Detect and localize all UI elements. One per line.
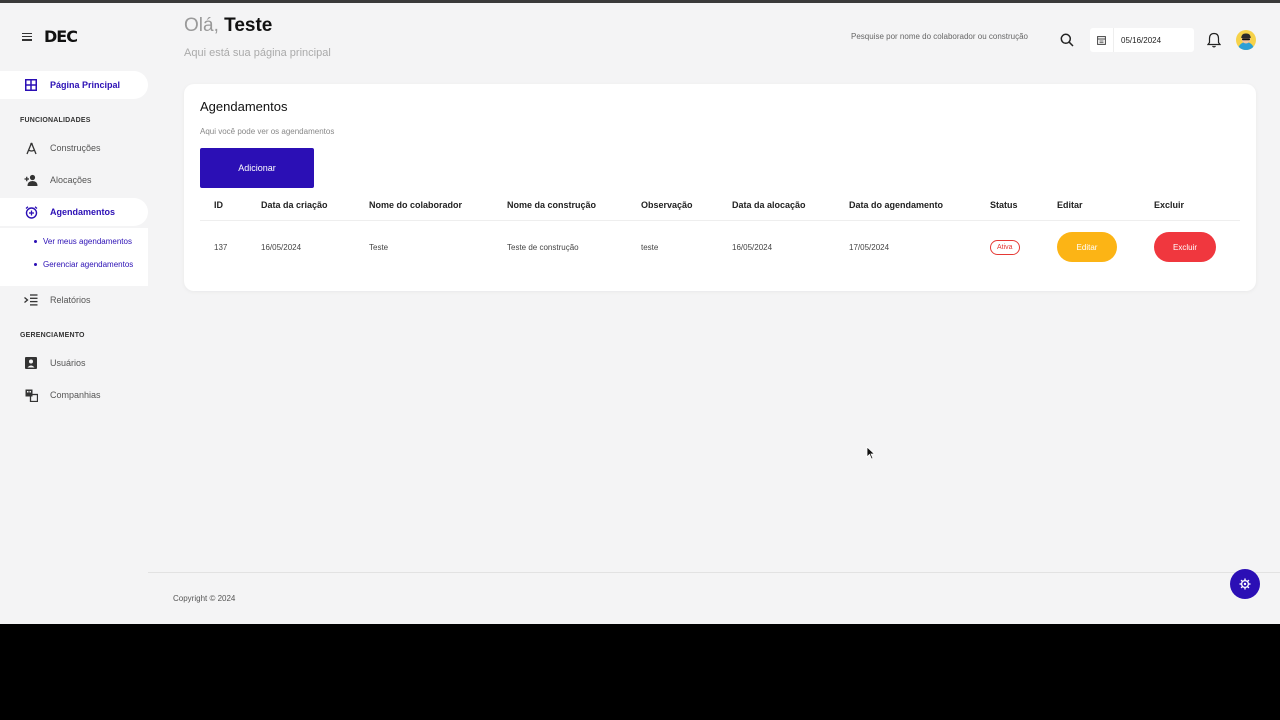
page-title: Olá, Teste bbox=[184, 15, 272, 37]
sidebar-item-constructions[interactable]: Construções bbox=[0, 134, 148, 162]
settings-button[interactable] bbox=[1230, 569, 1260, 599]
submenu-item-manage-schedules[interactable]: Gerenciar agendamentos bbox=[34, 260, 133, 269]
bullet-icon bbox=[34, 263, 37, 266]
column-header-allocation-date: Data da alocação bbox=[718, 190, 835, 221]
sidebar-item-home[interactable]: Página Principal bbox=[0, 71, 148, 99]
column-header-schedule-date: Data do agendamento bbox=[835, 190, 976, 221]
status-badge: Ativa bbox=[990, 239, 1020, 255]
schedules-submenu: Ver meus agendamentos Gerenciar agendame… bbox=[0, 228, 148, 286]
bell-icon bbox=[1206, 32, 1222, 48]
logo[interactable]: DEC bbox=[44, 27, 78, 46]
brand: DEC bbox=[22, 27, 78, 46]
date-picker[interactable] bbox=[1090, 28, 1194, 52]
cell-schedule-date: 17/05/2024 bbox=[849, 242, 890, 252]
column-header-note: Observação bbox=[627, 190, 718, 221]
date-field[interactable] bbox=[1114, 35, 1192, 45]
sidebar-item-companies[interactable]: Companhias bbox=[0, 381, 148, 409]
cell-allocation-date: 16/05/2024 bbox=[732, 242, 773, 252]
bullet-icon bbox=[34, 240, 37, 243]
person-add-icon bbox=[24, 173, 38, 187]
notifications-button[interactable] bbox=[1206, 32, 1223, 50]
search-input[interactable]: Pesquise por nome do colaborador ou cons… bbox=[851, 32, 1028, 41]
mouse-pointer-icon bbox=[866, 446, 876, 460]
cell-delete: Excluir bbox=[1140, 220, 1240, 274]
sidebar-item-label: Companhias bbox=[50, 390, 101, 400]
edit-button[interactable]: Editar bbox=[1057, 232, 1117, 263]
sidebar-item-schedules[interactable]: Agendamentos bbox=[0, 198, 148, 226]
column-header-id: ID bbox=[200, 190, 247, 221]
card-title: Agendamentos bbox=[200, 99, 288, 114]
sidebar: DEC Página Principal FUNCIONALIDADES Con… bbox=[0, 3, 148, 624]
compass-icon bbox=[24, 141, 38, 155]
calendar-icon[interactable] bbox=[1090, 28, 1114, 52]
section-title-management: GERENCIAMENTO bbox=[20, 332, 85, 339]
user-card-icon bbox=[24, 356, 38, 370]
user-name: Teste bbox=[224, 15, 273, 36]
submenu-item-label: Ver meus agendamentos bbox=[43, 237, 132, 246]
page-subtitle: Aqui está sua página principal bbox=[184, 47, 331, 59]
add-button[interactable]: Adicionar bbox=[200, 148, 314, 188]
cell-created: 16/05/2024 bbox=[261, 242, 302, 252]
app-window: DEC Página Principal FUNCIONALIDADES Con… bbox=[0, 0, 1280, 624]
column-header-created: Data da criação bbox=[247, 190, 355, 221]
column-header-status: Status bbox=[976, 190, 1043, 221]
search-button[interactable] bbox=[1060, 33, 1076, 49]
sidebar-item-label: Construções bbox=[50, 143, 101, 153]
sidebar-item-allocations[interactable]: Alocações bbox=[0, 166, 148, 194]
grid-icon bbox=[24, 78, 38, 92]
companies-icon bbox=[24, 388, 38, 402]
cell-edit: Editar bbox=[1043, 220, 1140, 274]
column-header-edit: Editar bbox=[1043, 190, 1140, 221]
greeting-prefix: Olá, bbox=[184, 15, 219, 36]
user-avatar-icon bbox=[1238, 33, 1254, 50]
section-title-features: FUNCIONALIDADES bbox=[20, 117, 91, 124]
sidebar-item-label: Agendamentos bbox=[50, 207, 116, 217]
sidebar-item-users[interactable]: Usuários bbox=[0, 349, 148, 377]
schedules-table: ID Data da criação Nome do colaborador N… bbox=[200, 190, 1240, 274]
copyright: Copyright © 2024 bbox=[173, 594, 236, 603]
alarm-clock-icon bbox=[24, 205, 38, 219]
column-header-collaborator: Nome do colaborador bbox=[355, 190, 493, 221]
cell-collaborator: Teste bbox=[369, 242, 389, 252]
schedules-card: Agendamentos Aqui você pode ver os agend… bbox=[184, 84, 1256, 291]
reports-icon bbox=[24, 293, 38, 307]
cell-id: 137 bbox=[214, 242, 228, 252]
sidebar-item-label: Usuários bbox=[50, 358, 86, 368]
card-subtitle: Aqui você pode ver os agendamentos bbox=[200, 127, 335, 136]
footer-divider bbox=[148, 572, 1280, 573]
sidebar-item-label: Página Principal bbox=[50, 80, 121, 90]
sidebar-item-reports[interactable]: Relatórios bbox=[0, 286, 148, 314]
delete-button[interactable]: Excluir bbox=[1154, 232, 1216, 263]
sidebar-item-label: Alocações bbox=[50, 175, 92, 185]
menu-icon[interactable] bbox=[22, 32, 32, 41]
column-header-construction: Nome da construção bbox=[493, 190, 627, 221]
column-header-delete: Excluir bbox=[1140, 190, 1240, 221]
table-header-row: ID Data da criação Nome do colaborador N… bbox=[200, 190, 1240, 221]
cell-status: Ativa bbox=[976, 220, 1043, 274]
avatar[interactable] bbox=[1236, 30, 1256, 50]
sidebar-item-label: Relatórios bbox=[50, 295, 91, 305]
cell-construction: Teste de construção bbox=[507, 242, 579, 252]
gear-icon bbox=[1239, 578, 1251, 590]
cell-note: teste bbox=[641, 242, 659, 252]
submenu-item-my-schedules[interactable]: Ver meus agendamentos bbox=[34, 237, 132, 246]
submenu-item-label: Gerenciar agendamentos bbox=[43, 260, 134, 269]
table-row: 137 16/05/2024 Teste Teste de construção… bbox=[200, 220, 1240, 274]
search-icon bbox=[1060, 33, 1074, 47]
